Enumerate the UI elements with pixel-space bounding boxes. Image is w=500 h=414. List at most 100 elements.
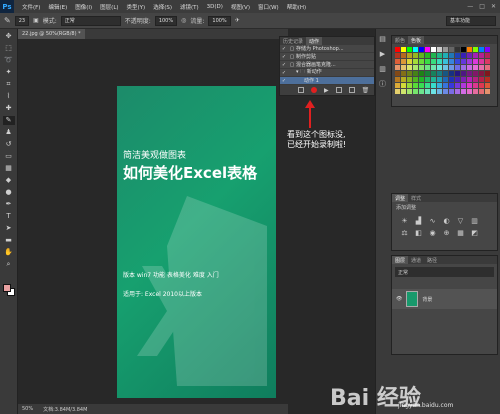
tab-swatches[interactable]: 色板 <box>408 36 425 44</box>
color-swatch[interactable] <box>467 71 472 76</box>
color-swatch[interactable] <box>449 83 454 88</box>
color-swatch[interactable] <box>479 77 484 82</box>
color-swatch[interactable] <box>413 83 418 88</box>
layer-row[interactable]: 👁 背景 <box>392 289 497 309</box>
opacity-field[interactable]: 100% <box>154 15 178 26</box>
menu-view[interactable]: 视图(V) <box>231 3 250 11</box>
play-icon[interactable]: ▶ <box>324 87 329 94</box>
info-panel-icon[interactable]: ⓘ <box>378 80 387 89</box>
tab-layers[interactable]: 图层 <box>392 256 409 264</box>
workspace-select[interactable]: 基本功能 <box>446 15 496 26</box>
color-swatch[interactable] <box>395 59 400 64</box>
color-swatch[interactable] <box>485 59 490 64</box>
levels-icon[interactable]: ▟ <box>414 217 423 225</box>
pressure-opacity-icon[interactable]: ◎ <box>181 17 186 24</box>
shape-tool-icon[interactable]: ▬ <box>3 236 15 245</box>
airbrush-icon[interactable]: ✈ <box>235 17 240 24</box>
color-swatch[interactable] <box>473 47 478 52</box>
history-brush-icon[interactable]: ↺ <box>3 140 15 149</box>
color-swatch[interactable] <box>395 77 400 82</box>
color-swatch[interactable] <box>437 59 442 64</box>
color-swatch[interactable] <box>437 47 442 52</box>
mixer-icon[interactable]: ⊕ <box>442 229 451 237</box>
color-swatch[interactable] <box>443 71 448 76</box>
tab-paths[interactable]: 路径 <box>424 256 440 264</box>
color-swatch[interactable] <box>401 65 406 70</box>
color-swatch[interactable] <box>407 83 412 88</box>
color-swatch[interactable] <box>443 59 448 64</box>
tab-adjustments[interactable]: 调整 <box>392 194 409 202</box>
color-swatch[interactable] <box>449 53 454 58</box>
zoom-tool-icon[interactable]: ⌕ <box>3 260 15 269</box>
color-swatch[interactable] <box>461 65 466 70</box>
color-swatch[interactable] <box>455 89 460 94</box>
color-swatch[interactable] <box>473 65 478 70</box>
color-swatch[interactable] <box>419 77 424 82</box>
color-swatch[interactable] <box>473 83 478 88</box>
brush-tool-icon[interactable]: ✎ <box>2 116 15 125</box>
color-swatch[interactable] <box>467 59 472 64</box>
new-set-icon[interactable] <box>335 87 342 93</box>
history-panel-icon[interactable]: ▤ <box>378 35 387 44</box>
color-swatch[interactable] <box>473 71 478 76</box>
swatch-grid[interactable] <box>392 44 497 97</box>
blur-tool-icon[interactable]: ◆ <box>3 176 15 185</box>
color-swatch[interactable] <box>455 53 460 58</box>
color-swatch[interactable] <box>407 65 412 70</box>
color-swatch[interactable] <box>431 77 436 82</box>
color-swatch[interactable] <box>473 77 478 82</box>
color-swatch[interactable] <box>401 89 406 94</box>
color-swatch[interactable] <box>413 65 418 70</box>
tab-channels[interactable]: 通道 <box>408 256 424 264</box>
action-set-row[interactable]: ✓ ▾ 🗀 新动作 <box>280 69 374 77</box>
color-swatch[interactable] <box>437 83 442 88</box>
color-swatch[interactable] <box>395 89 400 94</box>
color-swatch[interactable] <box>425 59 430 64</box>
menu-select[interactable]: 选择(S) <box>153 3 172 11</box>
color-swatch[interactable] <box>449 65 454 70</box>
color-swatch[interactable] <box>485 53 490 58</box>
minimize-icon[interactable]: — <box>467 3 473 10</box>
color-swatch[interactable] <box>395 53 400 58</box>
color-swatch[interactable] <box>449 89 454 94</box>
color-swatch[interactable] <box>419 53 424 58</box>
stamp-tool-icon[interactable]: ♟ <box>3 128 15 137</box>
color-swatch[interactable] <box>479 53 484 58</box>
color-swatch[interactable] <box>461 47 466 52</box>
color-swatch[interactable] <box>443 47 448 52</box>
move-tool-icon[interactable]: ✥ <box>3 32 15 41</box>
blend-mode-select[interactable]: 正常 <box>395 267 494 277</box>
menu-image[interactable]: 图像(I) <box>75 3 92 11</box>
color-swatch[interactable] <box>479 83 484 88</box>
menu-filter[interactable]: 滤镜(T) <box>180 3 199 11</box>
action-row[interactable]: ✓ ▢ 混合器画笔克隆... <box>280 61 374 69</box>
color-swatch[interactable] <box>443 83 448 88</box>
flow-field[interactable]: 100% <box>208 15 231 26</box>
color-swatch[interactable] <box>419 83 424 88</box>
color-swatch[interactable] <box>413 47 418 52</box>
color-swatch[interactable] <box>449 71 454 76</box>
color-swatch[interactable] <box>413 77 418 82</box>
curves-icon[interactable]: ∿ <box>428 217 437 225</box>
brightness-icon[interactable]: ☀ <box>400 217 409 225</box>
color-swatch[interactable] <box>401 59 406 64</box>
color-swatch[interactable] <box>449 59 454 64</box>
color-swatch[interactable] <box>413 53 418 58</box>
color-swatch[interactable] <box>425 71 430 76</box>
color-swatch[interactable] <box>431 65 436 70</box>
color-swatch[interactable] <box>455 65 460 70</box>
color-swatch[interactable] <box>419 59 424 64</box>
action-row[interactable]: ✓ ▢ 制作剪贴 <box>280 53 374 61</box>
color-swatch[interactable] <box>407 53 412 58</box>
color-swatch[interactable] <box>425 65 430 70</box>
color-swatch[interactable] <box>401 83 406 88</box>
brush-size-field[interactable]: 23 <box>14 15 30 26</box>
color-swatch[interactable] <box>461 89 466 94</box>
color-swatch[interactable] <box>425 47 430 52</box>
color-swatch[interactable] <box>479 59 484 64</box>
color-swatch[interactable] <box>461 71 466 76</box>
brush-panel-icon[interactable]: ▣ <box>33 17 39 24</box>
color-swatch[interactable] <box>437 89 442 94</box>
menu-layer[interactable]: 图层(L) <box>100 3 118 11</box>
color-swatch[interactable] <box>401 47 406 52</box>
